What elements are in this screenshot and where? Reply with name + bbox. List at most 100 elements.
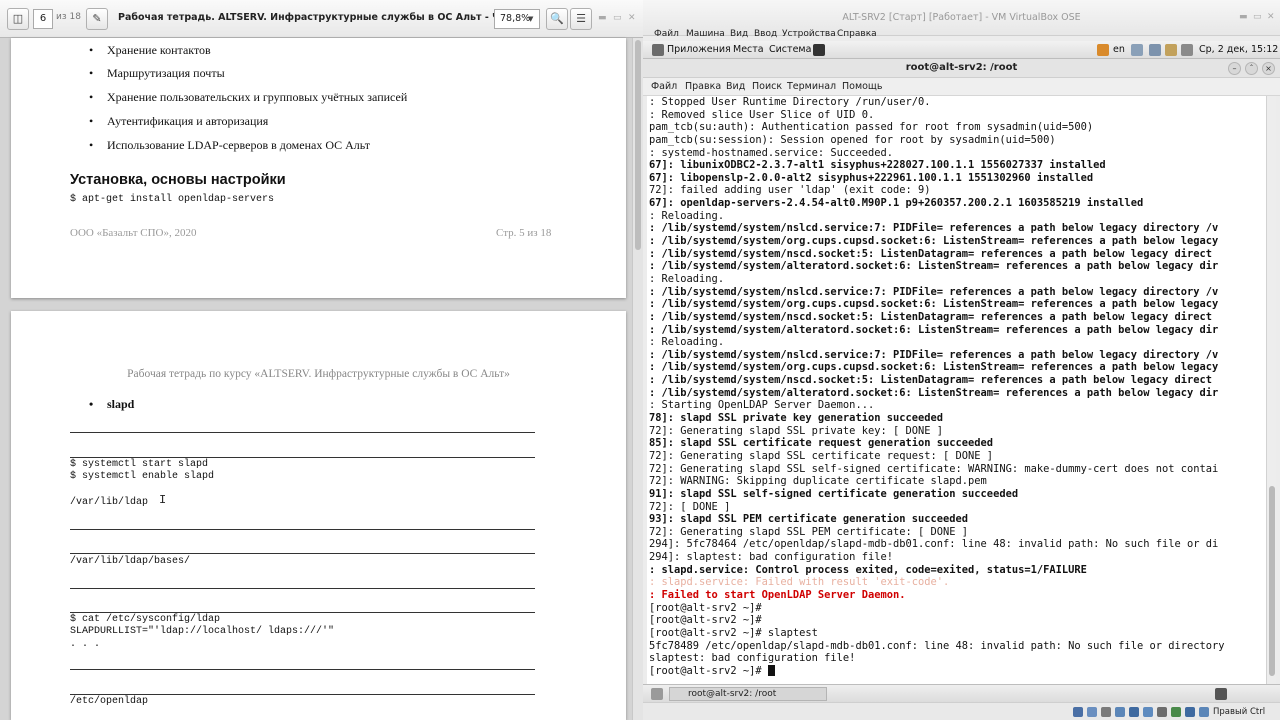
vbox-menu-machine[interactable]: Машина [686, 29, 725, 39]
minimize-icon[interactable]: ▬ [598, 13, 607, 23]
close-icon[interactable]: × [1262, 62, 1275, 75]
maximize-icon[interactable]: ▭ [1253, 12, 1262, 22]
show-desktop-icon[interactable] [651, 688, 663, 700]
path-ldap: /var/lib/ldap [70, 497, 149, 508]
terminal-line: [root@alt-srv2 ~]# [649, 664, 1266, 678]
terminal-line-text: 5fc78489 /etc/openldap/slapd-mdb-db01.co… [649, 639, 1225, 652]
terminal-line: : /lib/systemd/system/alteratord.socket:… [649, 324, 1266, 337]
term-menu-file[interactable]: Файл [651, 81, 677, 92]
terminal-output[interactable]: : Stopped User Runtime Directory /run/us… [647, 96, 1266, 684]
keyboard-layout[interactable]: en [1113, 44, 1125, 55]
command-cat: $ cat /etc/sysconfig/ldap [70, 614, 221, 625]
chevron-down-icon[interactable]: ▼ [528, 15, 533, 23]
minimize-icon[interactable]: ▬ [1239, 12, 1248, 22]
updates-icon[interactable] [1181, 44, 1193, 56]
terminal-line-text: : /lib/systemd/system/nscd.socket:5: Lis… [649, 310, 1213, 323]
scrollbar-thumb[interactable] [635, 40, 641, 250]
shared-folder-icon[interactable] [1143, 707, 1153, 717]
path-bases: /var/lib/ldap/bases/ [70, 556, 191, 567]
audio-icon[interactable] [1101, 707, 1111, 717]
search-button[interactable]: 🔍 [546, 8, 568, 30]
pdf-scrollbar[interactable] [632, 38, 643, 720]
terminal-line-text: : /lib/systemd/system/alteratord.socket:… [649, 260, 1219, 273]
terminal-line: [root@alt-srv2 ~]# [649, 614, 1266, 627]
terminal-line-text: pam_tcb(su:session): Session opened for … [649, 133, 1056, 146]
terminal-line: : Reloading. [649, 273, 1266, 286]
terminal-scrollbar[interactable] [1266, 96, 1276, 684]
maximize-icon[interactable]: ˆ [1245, 62, 1258, 75]
terminal-line-text: 72]: Generating slapd SSL certificate re… [649, 449, 994, 462]
term-menu-edit[interactable]: Правка [685, 81, 721, 92]
optical-drive-icon[interactable] [1087, 707, 1097, 717]
sidebar-toggle-button[interactable]: ◫ [7, 8, 29, 30]
hdd-icon[interactable] [1073, 707, 1083, 717]
terminal-line-text: [root@alt-srv2 ~]# [649, 664, 768, 677]
terminal-line-text: 294]: 5fc78464 /etc/openldap/slapd-mdb-d… [649, 538, 1219, 551]
taskbar-terminal-button[interactable]: root@alt-srv2: /root [669, 687, 827, 701]
terminal-line: : /lib/systemd/system/nscd.socket:5: Lis… [649, 311, 1266, 324]
term-menu-help[interactable]: Помощь [842, 81, 882, 92]
vbox-menu-file[interactable]: Файл [654, 29, 679, 39]
network-adapter-icon[interactable] [1115, 707, 1125, 717]
terminal-line-text: 67]: openldap-servers-2.4.54-alt0.M90P.1… [649, 197, 1144, 210]
terminal-line: : /lib/systemd/system/nslcd.service:7: P… [649, 222, 1266, 235]
panel-system[interactable]: Система [769, 44, 811, 55]
workspace-icon[interactable] [1215, 688, 1227, 700]
clipboard-icon[interactable] [1165, 44, 1177, 56]
terminal-line-text: : Reloading. [649, 336, 725, 349]
terminal-line-text: pam_tcb(su:auth): Authentication passed … [649, 121, 1094, 134]
scrollbar-thumb[interactable] [1269, 486, 1275, 676]
terminal-line-text: : /lib/systemd/system/org.cups.cupsd.soc… [649, 361, 1219, 374]
panel-clock[interactable]: Ср, 2 дек, 15:12 [1199, 44, 1278, 55]
hamburger-icon: ☰ [576, 12, 586, 25]
display-icon[interactable] [1157, 707, 1167, 717]
usb-icon[interactable] [1129, 707, 1139, 717]
terminal-line-text: 67]: libopenslp-2.0.0-alt2 sisyphus+2229… [649, 171, 1094, 184]
terminal-line: pam_tcb(su:session): Session opened for … [649, 134, 1266, 147]
pdf-page-5: Хранение контактов Маршрутизация почты Х… [11, 38, 626, 298]
host-key-label: Правый Ctrl [1213, 707, 1266, 717]
terminal-line-text: : /lib/systemd/system/org.cups.cupsd.soc… [649, 235, 1219, 248]
page-number-input[interactable]: 6 [33, 9, 53, 29]
recording-icon[interactable] [1171, 707, 1181, 717]
minimize-icon[interactable]: – [1228, 62, 1241, 75]
install-command: $ apt-get install openldap-servers [70, 194, 275, 205]
apps-menu-icon[interactable] [652, 44, 664, 56]
panel-applications[interactable]: Приложения [667, 44, 731, 55]
menu-button[interactable]: ☰ [570, 8, 592, 30]
terminal-line-text: 85]: slapd SSL certificate request gener… [649, 437, 994, 450]
terminal-line: : slapd.service: Control process exited,… [649, 564, 1266, 577]
volume-icon[interactable] [1131, 44, 1143, 56]
terminal-line: : slapd.service: Failed with result 'exi… [649, 576, 1266, 589]
vbox-menu-input[interactable]: Ввод [754, 29, 777, 39]
term-menu-view[interactable]: Вид [726, 81, 745, 92]
term-menu-search[interactable]: Поиск [752, 81, 782, 92]
terminal-line: 72]: WARNING: Skipping duplicate certifi… [649, 475, 1266, 488]
vbox-menu-help[interactable]: Справка [837, 29, 877, 39]
mouse-integration-icon[interactable] [1199, 707, 1209, 717]
vbox-menu-devices[interactable]: Устройства [782, 29, 836, 39]
bullet-mail-routing: Маршрутизация почты [89, 66, 225, 81]
terminal-line: 72]: Generating slapd SSL PEM certificat… [649, 526, 1266, 539]
network-icon[interactable] [1149, 44, 1161, 56]
sidebar-icon: ◫ [12, 12, 24, 25]
keyboard-icon[interactable] [1097, 44, 1109, 56]
bullet-slapd: slapd [89, 397, 135, 412]
terminal-line: 5fc78489 /etc/openldap/slapd-mdb-db01.co… [649, 640, 1266, 653]
terminal-launcher-icon[interactable] [813, 44, 825, 56]
terminal-line: [root@alt-srv2 ~]# [649, 602, 1266, 615]
term-menu-terminal[interactable]: Терминал [787, 81, 836, 92]
annotate-button[interactable]: ✎ [86, 8, 108, 30]
cpu-icon[interactable] [1185, 707, 1195, 717]
command-enable: $ systemctl enable slapd [70, 471, 215, 482]
close-icon[interactable]: ✕ [1267, 12, 1275, 22]
terminal-line: 72]: failed adding user 'ldap' (exit cod… [649, 184, 1266, 197]
terminal-line-text: 72]: failed adding user 'ldap' (exit cod… [649, 184, 931, 197]
maximize-icon[interactable]: ▭ [613, 13, 622, 23]
terminal-line: : /lib/systemd/system/alteratord.socket:… [649, 260, 1266, 273]
panel-places[interactable]: Места [733, 44, 764, 55]
terminal-line-text: : /lib/systemd/system/nslcd.service:7: P… [649, 222, 1219, 235]
vbox-menu-view[interactable]: Вид [730, 29, 748, 39]
close-icon[interactable]: ✕ [628, 13, 636, 23]
page-footer-number: Стр. 5 из 18 [496, 227, 552, 239]
